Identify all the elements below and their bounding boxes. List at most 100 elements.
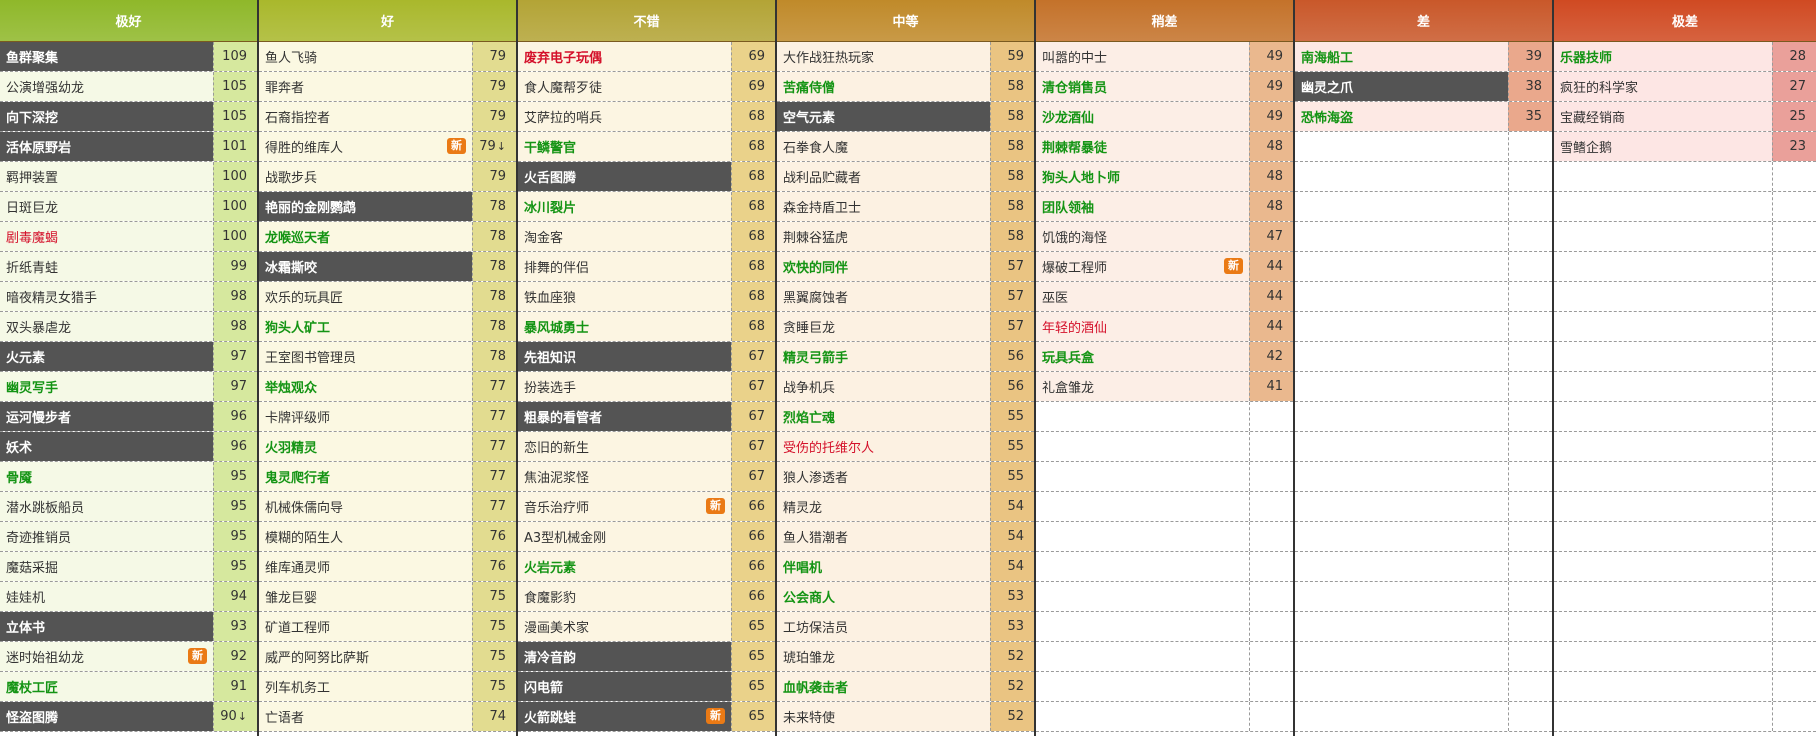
tier-header[interactable]: 极好: [0, 0, 257, 42]
card-name[interactable]: 先祖知识: [518, 342, 731, 371]
card-name[interactable]: 幽灵之爪: [1295, 72, 1508, 101]
card-name[interactable]: 向下深挖: [0, 102, 213, 131]
card-name[interactable]: 双头暴虐龙: [0, 312, 213, 341]
card-name[interactable]: 战歌步兵: [259, 162, 472, 191]
card-name[interactable]: 干鳞警官: [518, 132, 731, 161]
card-name[interactable]: 暗夜精灵女猎手: [0, 282, 213, 311]
card-row[interactable]: 卡牌评级师 77: [259, 402, 516, 432]
card-row[interactable]: 清仓销售员 49: [1036, 72, 1293, 102]
card-name[interactable]: 冰霜撕咬: [259, 252, 472, 281]
card-row[interactable]: 怪盗图腾 90 ↓: [0, 702, 257, 732]
card-row[interactable]: 亡语者 74: [259, 702, 516, 732]
card-name[interactable]: 艳丽的金刚鹦鹉: [259, 192, 472, 221]
card-name[interactable]: 受伤的托维尔人: [777, 432, 990, 461]
card-row[interactable]: 雏龙巨婴 75: [259, 582, 516, 612]
card-name[interactable]: 疯狂的科学家: [1554, 72, 1772, 101]
card-row[interactable]: 南海船工 39: [1295, 42, 1552, 72]
card-row[interactable]: 恐怖海盗 35: [1295, 102, 1552, 132]
card-row[interactable]: 立体书 93: [0, 612, 257, 642]
card-name[interactable]: 恐怖海盗: [1295, 102, 1508, 131]
card-name[interactable]: 立体书: [0, 612, 213, 641]
card-row[interactable]: 妖术 96: [0, 432, 257, 462]
card-row[interactable]: 受伤的托维尔人 55: [777, 432, 1034, 462]
card-name[interactable]: 魔菇采掘: [0, 552, 213, 581]
card-row[interactable]: 团队领袖 48: [1036, 192, 1293, 222]
card-row[interactable]: 得胜的维库人 新 79 ↓: [259, 132, 516, 162]
card-row[interactable]: 威严的阿努比萨斯 75: [259, 642, 516, 672]
card-name[interactable]: 焦油泥浆怪: [518, 462, 731, 491]
card-name[interactable]: 清仓销售员: [1036, 72, 1249, 101]
card-name[interactable]: 威严的阿努比萨斯: [259, 642, 472, 671]
card-row[interactable]: 潜水跳板船员 95: [0, 492, 257, 522]
card-name[interactable]: 团队领袖: [1036, 192, 1249, 221]
card-row[interactable]: 年轻的酒仙 44: [1036, 312, 1293, 342]
card-name[interactable]: 战争机兵: [777, 372, 990, 401]
card-name[interactable]: 年轻的酒仙: [1036, 312, 1249, 341]
card-row[interactable]: 废弃电子玩偶 69: [518, 42, 775, 72]
card-row[interactable]: 空气元素 58: [777, 102, 1034, 132]
card-name[interactable]: 石裔指控者: [259, 102, 472, 131]
card-name[interactable]: 战利品贮藏者: [777, 162, 990, 191]
card-name[interactable]: 爆破工程师 新: [1036, 252, 1249, 281]
card-name[interactable]: 模糊的陌生人: [259, 522, 472, 551]
card-row[interactable]: 骨魇 95: [0, 462, 257, 492]
card-name[interactable]: 礼盒雏龙: [1036, 372, 1249, 401]
card-row[interactable]: 伴唱机 54: [777, 552, 1034, 582]
card-name[interactable]: 清冷音韵: [518, 642, 731, 671]
card-row[interactable]: 迷时始祖幼龙 新 92: [0, 642, 257, 672]
card-row[interactable]: 幽灵写手 97: [0, 372, 257, 402]
card-row[interactable]: 狗头人地卜师 48: [1036, 162, 1293, 192]
card-name[interactable]: 巫医: [1036, 282, 1249, 311]
card-name[interactable]: 火元素: [0, 342, 213, 371]
card-name[interactable]: 维库通灵师: [259, 552, 472, 581]
card-name[interactable]: 叫嚣的中士: [1036, 42, 1249, 71]
card-row[interactable]: 鱼人飞骑 79: [259, 42, 516, 72]
card-name[interactable]: 音乐治疗师 新: [518, 492, 731, 521]
card-name[interactable]: 苦痛侍僧: [777, 72, 990, 101]
card-row[interactable]: 冰川裂片 68: [518, 192, 775, 222]
card-row[interactable]: 巫医 44: [1036, 282, 1293, 312]
card-name[interactable]: 亡语者: [259, 702, 472, 731]
card-row[interactable]: 王室图书管理员 78: [259, 342, 516, 372]
card-name[interactable]: 恋旧的新生: [518, 432, 731, 461]
card-row[interactable]: 活体原野岩 101: [0, 132, 257, 162]
card-name[interactable]: 剧毒魔蝎: [0, 222, 213, 251]
card-row[interactable]: 火元素 97: [0, 342, 257, 372]
card-name[interactable]: 大作战狂热玩家: [777, 42, 990, 71]
card-row[interactable]: 双头暴虐龙 98: [0, 312, 257, 342]
card-name[interactable]: 扮装选手: [518, 372, 731, 401]
card-row[interactable]: 石拳食人魔 58: [777, 132, 1034, 162]
card-row[interactable]: 焦油泥浆怪 67: [518, 462, 775, 492]
card-name[interactable]: 鬼灵爬行者: [259, 462, 472, 491]
card-row[interactable]: 黑翼腐蚀者 57: [777, 282, 1034, 312]
card-row[interactable]: 娃娃机 94: [0, 582, 257, 612]
card-name[interactable]: 未来特使: [777, 702, 990, 731]
card-name[interactable]: 雏龙巨婴: [259, 582, 472, 611]
card-name[interactable]: 南海船工: [1295, 42, 1508, 71]
card-name[interactable]: 食人魔帮歹徒: [518, 72, 731, 101]
card-name[interactable]: 火箭跳蛙 新: [518, 702, 731, 731]
card-row[interactable]: 模糊的陌生人 76: [259, 522, 516, 552]
card-row[interactable]: 奇迹推销员 95: [0, 522, 257, 552]
card-name[interactable]: 列车机务工: [259, 672, 472, 701]
card-row[interactable]: 公会商人 53: [777, 582, 1034, 612]
card-name[interactable]: 举烛观众: [259, 372, 472, 401]
card-name[interactable]: 粗暴的看管者: [518, 402, 731, 431]
card-name[interactable]: 暴风城勇士: [518, 312, 731, 341]
card-name[interactable]: 矿道工程师: [259, 612, 472, 641]
card-row[interactable]: 魔菇采掘 95: [0, 552, 257, 582]
tier-header[interactable]: 好: [259, 0, 516, 42]
card-row[interactable]: 饥饿的海怪 47: [1036, 222, 1293, 252]
card-name[interactable]: 血帆袭击者: [777, 672, 990, 701]
card-row[interactable]: 艳丽的金刚鹦鹉 78: [259, 192, 516, 222]
card-row[interactable]: 火舌图腾 68: [518, 162, 775, 192]
card-row[interactable]: 剧毒魔蝎 100: [0, 222, 257, 252]
card-name[interactable]: 废弃电子玩偶: [518, 42, 731, 71]
card-row[interactable]: 叫嚣的中士 49: [1036, 42, 1293, 72]
card-name[interactable]: 石拳食人魔: [777, 132, 990, 161]
card-row[interactable]: 乐器技师 28: [1554, 42, 1816, 72]
card-row[interactable]: 火箭跳蛙 新 65: [518, 702, 775, 732]
card-row[interactable]: 食人魔帮歹徒 69: [518, 72, 775, 102]
card-row[interactable]: 战歌步兵 79: [259, 162, 516, 192]
card-name[interactable]: 得胜的维库人 新: [259, 132, 472, 161]
